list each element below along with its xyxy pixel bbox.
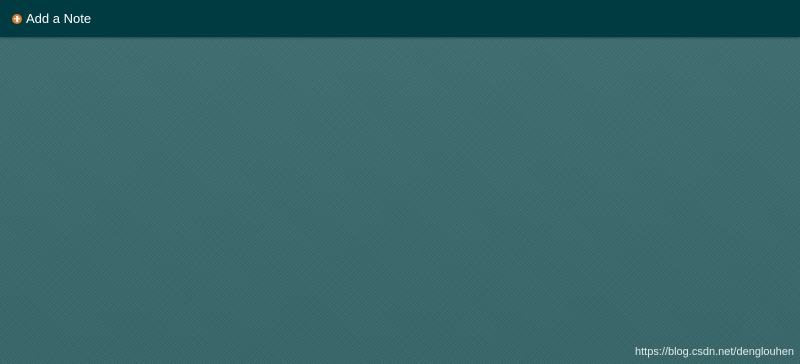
- add-note-button[interactable]: Add a Note: [12, 10, 91, 27]
- plus-circle-icon: [12, 13, 22, 24]
- top-bar: Add a Note: [0, 0, 800, 37]
- notes-canvas: https://blog.csdn.net/denglouhen: [0, 37, 800, 364]
- watermark-text: https://blog.csdn.net/denglouhen: [634, 346, 794, 358]
- add-note-label: Add a Note: [26, 11, 92, 26]
